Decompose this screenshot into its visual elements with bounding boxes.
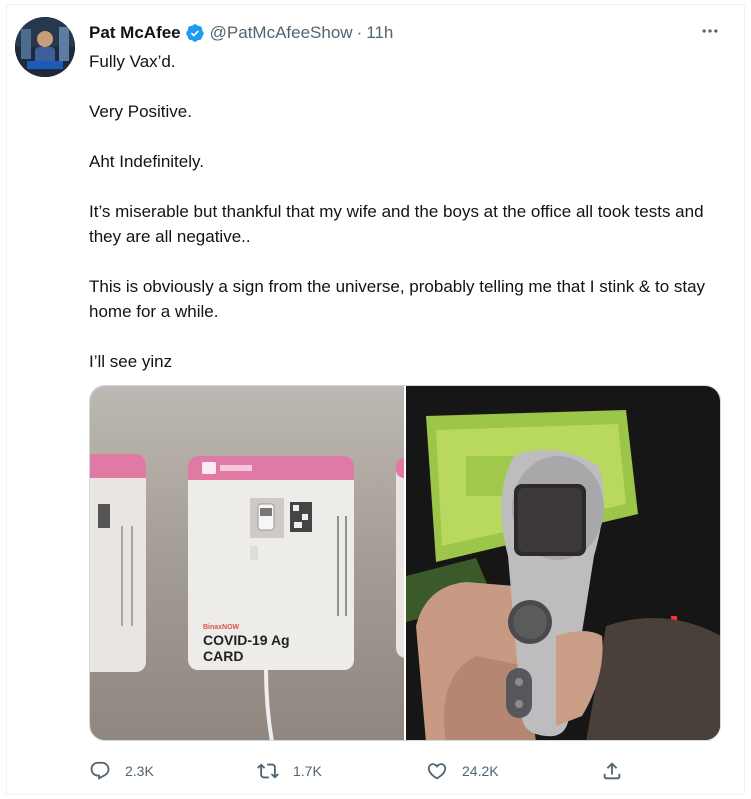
tweet-line: Very Positive. xyxy=(89,102,192,121)
more-icon[interactable] xyxy=(698,19,722,43)
tweet-actions: 2.3K 1.7K 24.2K xyxy=(89,759,649,783)
tweet-media: BinaxNOW COVID-19 Ag CARD xyxy=(89,385,721,741)
retweet-icon xyxy=(257,763,279,779)
verified-badge-icon xyxy=(185,23,205,43)
tweet-line: It’s miserable but thankful that my wife… xyxy=(89,202,704,246)
tweet-line: This is obviously a sign from the univer… xyxy=(89,277,706,321)
heart-icon xyxy=(427,763,447,780)
like-button[interactable]: 24.2K xyxy=(426,760,499,782)
reply-count: 2.3K xyxy=(125,763,154,779)
reply-button[interactable]: 2.3K xyxy=(89,760,154,782)
reply-icon xyxy=(90,761,110,780)
tweet-line: Fully Vax’d. xyxy=(89,52,176,71)
avatar[interactable] xyxy=(15,17,75,77)
tweet-card[interactable]: Pat McAfee @PatMcAfeeShow · 11h Fully Va… xyxy=(6,4,745,795)
separator-dot: · xyxy=(356,23,363,42)
share-icon xyxy=(603,762,621,780)
tweet-line: Aht Indefinitely. xyxy=(89,152,204,171)
photo-covid-test-card[interactable]: BinaxNOW COVID-19 Ag CARD xyxy=(90,386,404,740)
author-handle[interactable]: @PatMcAfeeShow xyxy=(210,23,353,43)
photo-thermometer[interactable] xyxy=(406,386,720,740)
retweet-count: 1.7K xyxy=(293,763,322,779)
share-button[interactable] xyxy=(601,760,637,782)
author-name[interactable]: Pat McAfee xyxy=(89,23,181,43)
tweet-line: I’ll see yinz xyxy=(89,352,173,371)
retweet-button[interactable]: 1.7K xyxy=(257,760,322,782)
card-brand-text: BinaxNOW xyxy=(203,624,240,631)
tweet-header: Pat McAfee @PatMcAfeeShow · 11h xyxy=(89,21,393,45)
card-title-text: COVID-19 Ag CARD xyxy=(203,632,290,664)
like-count: 24.2K xyxy=(462,763,499,779)
timestamp[interactable]: 11h xyxy=(366,23,393,43)
